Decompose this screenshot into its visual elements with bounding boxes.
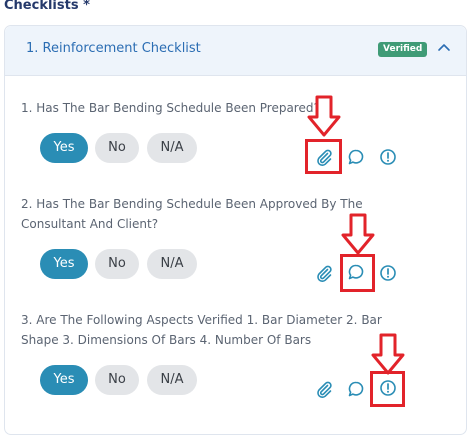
section-title: Checklists * xyxy=(4,0,90,13)
attachment-icon[interactable] xyxy=(314,263,334,283)
question-1-no-button[interactable]: No xyxy=(95,133,139,163)
question-3-na-button[interactable]: N/A xyxy=(147,365,197,395)
highlight-box xyxy=(370,371,405,407)
question-2-na-button[interactable]: N/A xyxy=(147,249,197,279)
question-3-text: 3. Are The Following Aspects Verified 1.… xyxy=(21,313,382,347)
down-arrow-icon xyxy=(370,333,406,375)
down-arrow-icon xyxy=(340,213,376,255)
attachment-icon[interactable] xyxy=(314,379,334,399)
question-1-na-button[interactable]: N/A xyxy=(147,133,197,163)
comment-icon[interactable] xyxy=(346,379,366,399)
status-badge: Verified xyxy=(378,42,428,57)
question-3-no-button[interactable]: No xyxy=(95,365,139,395)
card-title: 1. Reinforcement Checklist xyxy=(26,41,201,56)
alert-icon[interactable] xyxy=(378,263,398,283)
question-2-no-button[interactable]: No xyxy=(95,249,139,279)
highlight-box xyxy=(340,254,375,292)
question-1-text: 1. Has The Bar Bending Schedule Been Pre… xyxy=(21,101,320,115)
question-1-yes-button[interactable]: Yes xyxy=(40,133,88,163)
alert-icon[interactable] xyxy=(378,147,398,167)
chevron-up-icon[interactable] xyxy=(436,40,452,56)
comment-icon[interactable] xyxy=(346,147,366,167)
card-header[interactable]: 1. Reinforcement Checklist Verified xyxy=(5,26,466,76)
highlight-box xyxy=(305,139,342,174)
question-2-yes-button[interactable]: Yes xyxy=(40,249,88,279)
question-3-yes-button[interactable]: Yes xyxy=(40,365,88,395)
down-arrow-icon xyxy=(306,95,342,137)
